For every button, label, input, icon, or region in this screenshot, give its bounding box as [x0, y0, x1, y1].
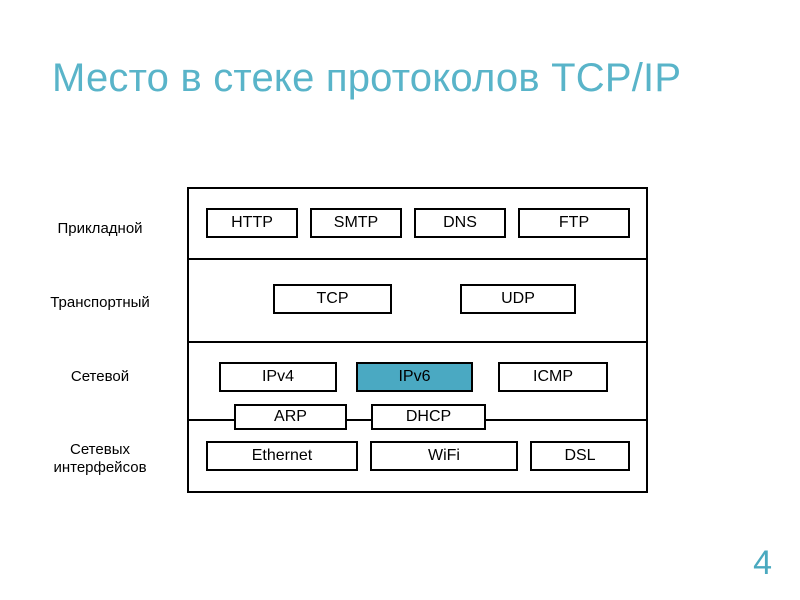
layer-label-application: Прикладной: [57, 220, 143, 237]
protocol-box-udp: UDP: [460, 284, 576, 314]
protocol-box-ftp: FTP: [518, 208, 630, 238]
layer-divider-transport-network: [189, 341, 646, 343]
page-title: Место в стеке протоколов TCP/IP: [52, 56, 682, 100]
layer-divider-application-transport: [189, 258, 646, 260]
slide-number: 4: [753, 544, 772, 582]
protocol-box-ethernet: Ethernet: [206, 441, 358, 471]
layer-label-network: Сетевой: [70, 368, 130, 385]
protocol-box-dns: DNS: [414, 208, 506, 238]
protocol-box-smtp: SMTP: [310, 208, 402, 238]
protocol-stack-diagram: HTTP SMTP DNS FTP TCP UDP IPv4 IPv6 ICMP…: [187, 187, 648, 493]
layer-label-network-interfaces: Сетевых интерфейсов: [53, 441, 147, 476]
layer-label-transport: Транспортный: [50, 294, 150, 311]
protocol-box-ipv6-highlighted: IPv6: [356, 362, 473, 392]
protocol-box-dhcp: DHCP: [371, 404, 486, 430]
protocol-box-icmp: ICMP: [498, 362, 608, 392]
protocol-box-tcp: TCP: [273, 284, 392, 314]
protocol-box-dsl: DSL: [530, 441, 630, 471]
protocol-box-arp: ARP: [234, 404, 347, 430]
protocol-box-wifi: WiFi: [370, 441, 518, 471]
protocol-box-http: HTTP: [206, 208, 298, 238]
protocol-box-ipv4: IPv4: [219, 362, 337, 392]
